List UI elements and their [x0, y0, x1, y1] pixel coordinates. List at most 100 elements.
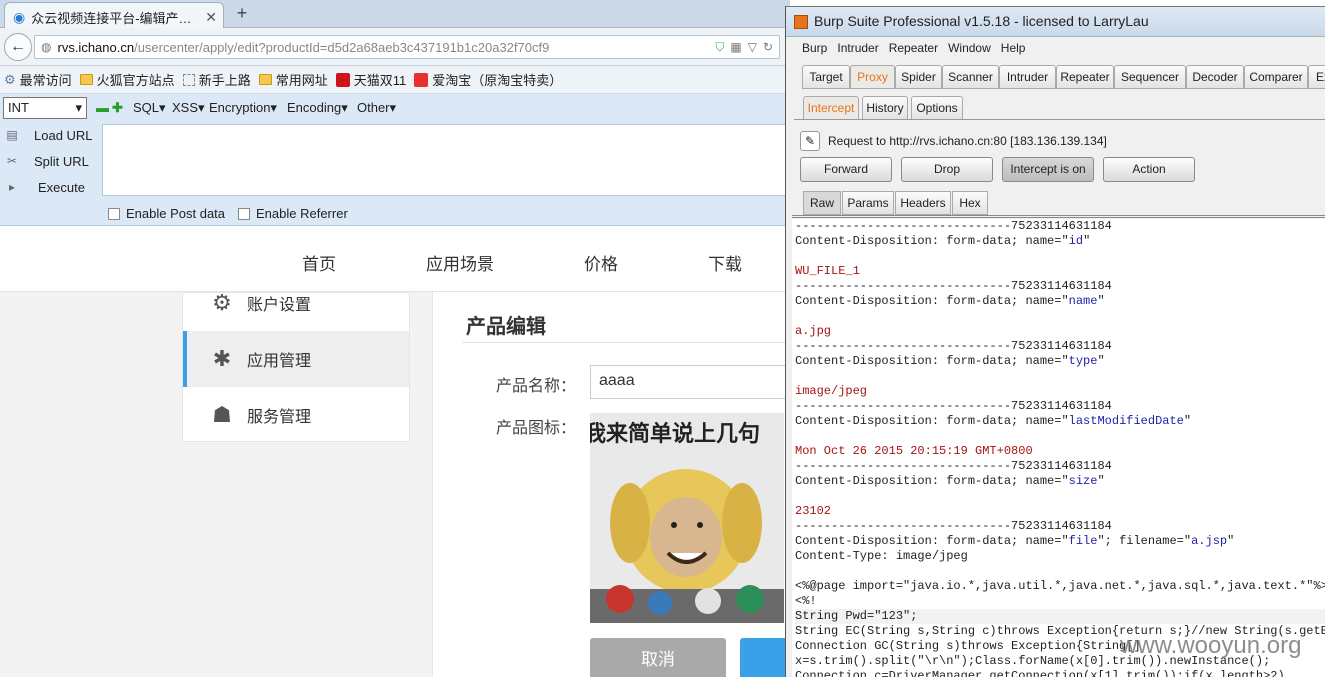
- tab-spider[interactable]: Spider: [895, 65, 942, 89]
- request-info: ✎ Request to http://rvs.ichano.cn:80 [18…: [800, 131, 1107, 151]
- menu-intruder[interactable]: Intruder: [837, 41, 878, 55]
- nav-scenarios[interactable]: 应用场景: [426, 250, 494, 275]
- browser-tab[interactable]: ◉ 众云视频连接平台-编辑产… ✕: [4, 2, 224, 28]
- pencil-icon[interactable]: ✎: [800, 131, 820, 151]
- action-button[interactable]: Action: [1103, 157, 1195, 182]
- load-url-button[interactable]: ▤ Load URL: [0, 122, 100, 148]
- save-button[interactable]: [740, 638, 790, 677]
- checkbox-box: [238, 207, 250, 220]
- nav-pricing[interactable]: 价格: [584, 250, 618, 275]
- request-line: Content-Disposition: form-data; name="si…: [795, 474, 1105, 488]
- request-line: Content-Disposition: form-data; name="ty…: [795, 354, 1105, 368]
- request-line: [795, 429, 1325, 444]
- request-line: ------------------------------7523311463…: [795, 399, 1112, 413]
- tab-repeater[interactable]: Repeater: [1056, 65, 1114, 89]
- url-bar[interactable]: ◍ rvs.ichano.cn/usercenter/apply/edit?pr…: [34, 35, 780, 59]
- tab-intercept[interactable]: Intercept: [803, 96, 859, 120]
- request-line: [795, 369, 1325, 384]
- menu-xss[interactable]: XSS▾: [172, 100, 205, 116]
- wifi-icon: ◉: [13, 9, 26, 25]
- tab-sequencer[interactable]: Sequencer: [1114, 65, 1186, 89]
- tab-scanner[interactable]: Scanner: [942, 65, 999, 89]
- scissors-icon: ✂: [6, 154, 18, 168]
- reload-icon[interactable]: ↻: [763, 40, 773, 54]
- menu-other[interactable]: Other▾: [357, 100, 396, 116]
- close-icon[interactable]: ✕: [205, 9, 217, 26]
- request-line: Content-Disposition: form-data; name="la…: [795, 414, 1192, 428]
- split-url-button[interactable]: ✂ Split URL: [0, 148, 100, 174]
- menu-encoding[interactable]: Encoding▾: [287, 100, 348, 116]
- drop-button[interactable]: Drop: [901, 157, 993, 182]
- qrcode-icon[interactable]: ▦: [730, 40, 741, 54]
- tab-options[interactable]: Options: [911, 96, 963, 120]
- type-select[interactable]: INT ▾: [3, 97, 87, 119]
- load-icon: ▤: [6, 128, 18, 142]
- bookmark-tmall[interactable]: 天猫双11: [335, 70, 406, 89]
- tab-history[interactable]: History: [862, 96, 908, 120]
- plus-icon[interactable]: ✚: [112, 100, 123, 116]
- tab-headers[interactable]: Headers: [895, 191, 951, 215]
- bookmark-getting-started[interactable]: 新手上路: [182, 70, 251, 89]
- tab-proxy[interactable]: Proxy: [850, 65, 895, 89]
- menu-burp[interactable]: Burp: [802, 41, 827, 55]
- request-line: [795, 309, 1325, 324]
- bookmark-firefox-site[interactable]: 火狐官方站点: [79, 70, 175, 89]
- menu-repeater[interactable]: Repeater: [889, 41, 938, 55]
- nav-home[interactable]: 首页: [302, 250, 336, 275]
- tab-raw[interactable]: Raw: [803, 191, 841, 215]
- product-icon-image[interactable]: 我来简单说上几句: [590, 413, 784, 623]
- request-line: ------------------------------7523311463…: [795, 339, 1112, 353]
- request-editor[interactable]: ------------------------------7523311463…: [792, 219, 1325, 677]
- tab-extender[interactable]: Ex: [1308, 65, 1325, 89]
- tab-decoder[interactable]: Decoder: [1186, 65, 1244, 89]
- menu-service-management[interactable]: ☗ 服务管理: [183, 387, 409, 443]
- hackbar-url-textarea[interactable]: [102, 124, 790, 196]
- burp-window: Burp Suite Professional v1.5.18 - licens…: [785, 6, 1325, 677]
- menu-app-management[interactable]: ✱ 应用管理: [183, 331, 409, 387]
- divider: [794, 119, 1325, 120]
- globe-icon: ◍: [41, 40, 52, 54]
- tab-params[interactable]: Params: [842, 191, 894, 215]
- tab-comparer[interactable]: Comparer: [1244, 65, 1308, 89]
- burp-title-bar: Burp Suite Professional v1.5.18 - licens…: [786, 7, 1325, 37]
- menu-window[interactable]: Window: [948, 41, 991, 55]
- bookmark-most-visited[interactable]: ⚙ 最常访问: [4, 70, 72, 89]
- menu-sql[interactable]: SQL▾: [133, 100, 166, 116]
- dropdown-icon[interactable]: ▽: [748, 40, 757, 54]
- tab-intruder[interactable]: Intruder: [999, 65, 1056, 89]
- enable-referrer-checkbox[interactable]: Enable Referrer: [238, 206, 348, 221]
- request-line: ------------------------------7523311463…: [795, 219, 1112, 233]
- new-tab-button[interactable]: +: [232, 3, 252, 23]
- back-button[interactable]: ←: [4, 33, 32, 61]
- gear-icon: ⚙: [212, 290, 232, 315]
- minus-icon[interactable]: ▬: [96, 100, 109, 115]
- nav-download[interactable]: 下载: [708, 250, 742, 275]
- request-line: [795, 249, 1325, 264]
- meme-caption: 我来简单说上几句: [590, 421, 760, 447]
- bookmark-aitaobao[interactable]: 爱淘宝（原淘宝特卖）: [414, 70, 562, 89]
- request-line: [795, 564, 1325, 579]
- tmall-icon: [335, 72, 350, 87]
- execute-button[interactable]: ▸ Execute: [0, 174, 100, 200]
- shield-icon[interactable]: ⛉: [715, 40, 724, 55]
- gear-icon: ⚙: [4, 71, 16, 87]
- product-name-input[interactable]: aaaa: [590, 365, 790, 399]
- request-line: [795, 489, 1325, 504]
- chevron-down-icon: ▾: [75, 100, 82, 115]
- forward-button[interactable]: Forward: [800, 157, 892, 182]
- cancel-button[interactable]: 取消: [590, 638, 726, 677]
- tab-hex[interactable]: Hex: [952, 191, 988, 215]
- title-divider: [462, 342, 790, 343]
- request-line: Content-Disposition: form-data; name="na…: [795, 294, 1105, 308]
- divider: [792, 215, 1325, 218]
- intercept-toggle-button[interactable]: Intercept is on: [1002, 157, 1094, 182]
- menu-help[interactable]: Help: [1001, 41, 1026, 55]
- bookmark-common-sites[interactable]: 常用网址: [258, 70, 328, 89]
- side-menu: ⚙ 账户设置 ✱ 应用管理 ☗ 服务管理: [182, 290, 410, 443]
- menu-account-settings[interactable]: ⚙ 账户设置: [183, 275, 409, 331]
- request-line: a.jpg: [795, 324, 832, 338]
- menu-encryption[interactable]: Encryption▾: [209, 100, 277, 116]
- tab-target[interactable]: Target: [802, 65, 850, 89]
- enable-post-checkbox[interactable]: Enable Post data: [108, 206, 225, 221]
- folder-icon: [79, 74, 93, 85]
